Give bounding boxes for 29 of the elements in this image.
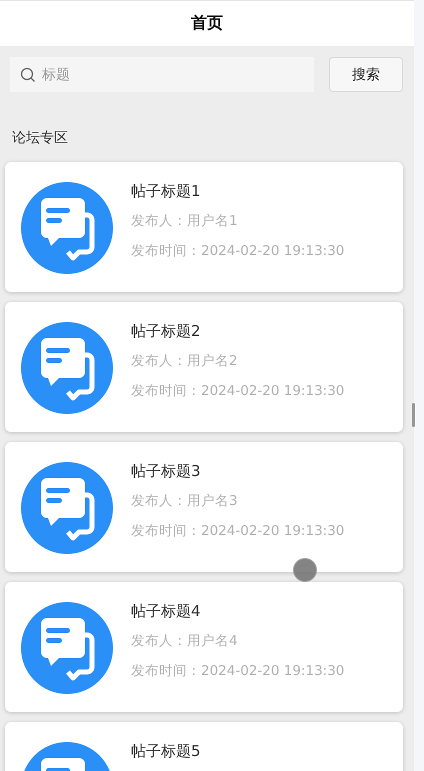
post-title: 帖子标题2 bbox=[131, 322, 202, 341]
touch-cursor-icon bbox=[293, 558, 317, 582]
post-author: 发布人：用户名3 bbox=[131, 492, 239, 511]
chat-bubbles-icon bbox=[21, 602, 113, 694]
post-card[interactable]: 帖子标题5 bbox=[5, 722, 403, 771]
post-author: 发布人：用户名2 bbox=[131, 352, 239, 371]
post-author: 发布人：用户名1 bbox=[131, 212, 239, 231]
search-button[interactable]: 搜索 bbox=[329, 57, 403, 92]
post-card[interactable]: 帖子标题4 发布人：用户名4 发布时间：2024-02-20 19:13:30 bbox=[5, 582, 403, 712]
post-card[interactable]: 帖子标题2 发布人：用户名2 发布时间：2024-02-20 19:13:30 bbox=[5, 302, 403, 432]
chat-bubbles-icon bbox=[21, 322, 113, 414]
search-field[interactable]: 标题 bbox=[10, 57, 314, 92]
post-title: 帖子标题1 bbox=[131, 182, 202, 201]
search-icon bbox=[20, 67, 36, 83]
post-title: 帖子标题3 bbox=[131, 462, 202, 481]
post-title: 帖子标题5 bbox=[131, 742, 201, 761]
chat-bubbles-icon bbox=[21, 182, 113, 274]
scrollbar-thumb[interactable] bbox=[412, 403, 415, 427]
chat-bubbles-icon bbox=[21, 462, 113, 554]
page-title: 首页 bbox=[191, 13, 223, 34]
post-title: 帖子标题4 bbox=[131, 602, 202, 621]
post-time: 发布时间：2024-02-20 19:13:30 bbox=[131, 242, 344, 261]
post-card[interactable]: 帖子标题1 发布人：用户名1 发布时间：2024-02-20 19:13:30 bbox=[5, 162, 403, 292]
section-title: 论坛专区 bbox=[12, 129, 69, 147]
post-author: 发布人：用户名4 bbox=[131, 632, 239, 651]
post-time: 发布时间：2024-02-20 19:13:30 bbox=[131, 522, 344, 541]
post-card[interactable]: 帖子标题3 发布人：用户名3 发布时间：2024-02-20 19:13:30 bbox=[5, 442, 403, 572]
post-time: 发布时间：2024-02-20 19:13:30 bbox=[131, 662, 344, 681]
post-time: 发布时间：2024-02-20 19:13:30 bbox=[131, 382, 344, 401]
